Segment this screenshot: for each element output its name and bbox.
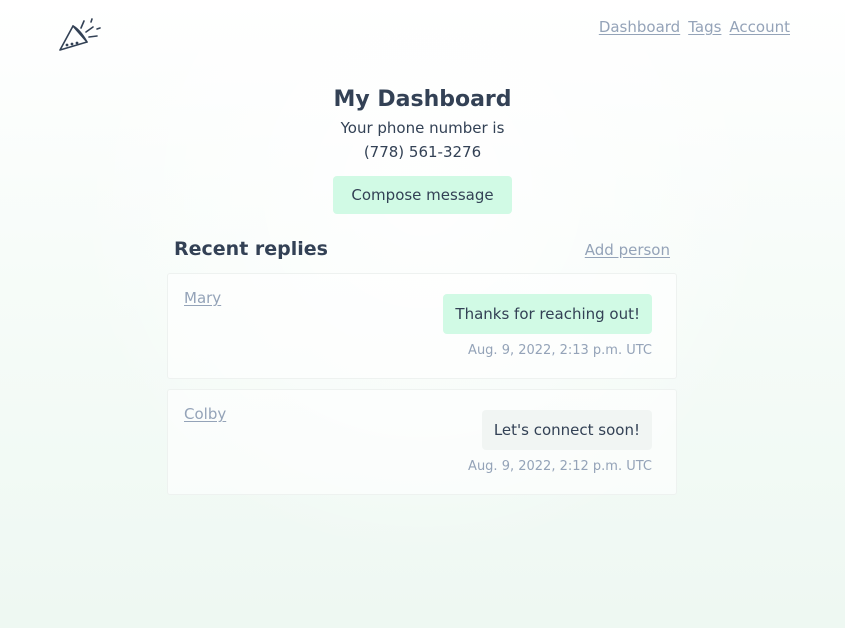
- message-timestamp: Aug. 9, 2022, 2:13 p.m. UTC: [468, 343, 652, 358]
- reply-person-link[interactable]: Mary: [184, 289, 221, 307]
- nav-account-link[interactable]: Account: [729, 18, 790, 36]
- phone-label: Your phone number is: [340, 119, 505, 137]
- top-bar: Dashboard Tags Account: [0, 0, 845, 60]
- reply-card: Colby Let's connect soon! Aug. 9, 2022, …: [167, 389, 677, 495]
- phone-number: (778) 561-3276: [363, 143, 482, 161]
- party-popper-icon[interactable]: [57, 16, 103, 54]
- nav-dashboard-link[interactable]: Dashboard: [599, 18, 680, 36]
- reply-card: Mary Thanks for reaching out! Aug. 9, 20…: [167, 273, 677, 379]
- message-timestamp: Aug. 9, 2022, 2:12 p.m. UTC: [468, 459, 652, 474]
- message-bubble: Thanks for reaching out!: [443, 294, 652, 334]
- page-title: My Dashboard: [333, 87, 512, 112]
- nav-tags-link[interactable]: Tags: [688, 18, 721, 36]
- recent-replies-header: Recent replies Add person: [174, 238, 670, 266]
- section-title: Recent replies: [174, 238, 328, 260]
- reply-person-link[interactable]: Colby: [184, 405, 226, 423]
- add-person-link[interactable]: Add person: [585, 241, 670, 259]
- dashboard-header: My Dashboard Your phone number is (778) …: [0, 84, 845, 214]
- main-nav: Dashboard Tags Account: [599, 18, 790, 36]
- compose-message-button[interactable]: Compose message: [333, 176, 512, 214]
- message-bubble: Let's connect soon!: [481, 410, 652, 450]
